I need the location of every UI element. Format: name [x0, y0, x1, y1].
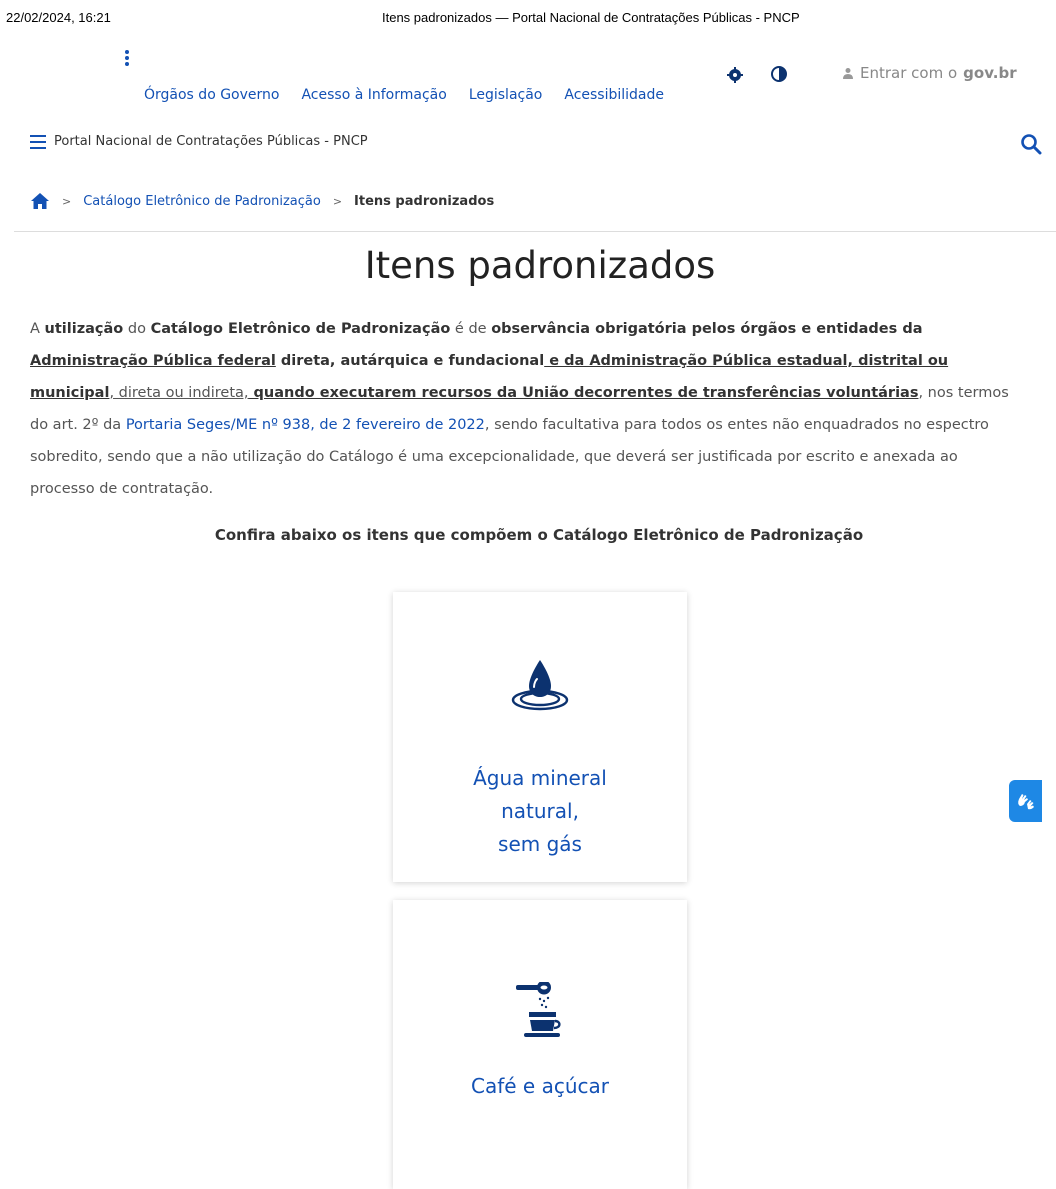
login-govbr-button[interactable]: Entrar com o gov.br	[842, 64, 1017, 82]
page-title: Itens padronizados	[364, 244, 716, 287]
header-bar: Portal Nacional de Contratações Públicas…	[30, 134, 368, 149]
user-icon	[843, 68, 853, 79]
breadcrumb-catalogo[interactable]: Catálogo Eletrônico de Padronização	[83, 194, 321, 209]
login-brand: gov.br	[963, 64, 1017, 82]
breadcrumb-current: Itens padronizados	[354, 193, 495, 209]
card-label: Água mineral natural, sem gás	[473, 766, 607, 856]
divider	[14, 231, 1056, 232]
breadcrumb: > Catálogo Eletrônico de Padronização > …	[30, 192, 494, 210]
login-label: Entrar com o	[860, 64, 958, 82]
gov-link-orgaos[interactable]: Órgãos do Governo	[144, 87, 279, 103]
print-header: 22/02/2024, 16:21 Itens padronizados — P…	[0, 0, 1056, 34]
card-agua-mineral[interactable]: Água mineral natural, sem gás	[393, 592, 687, 882]
contrast-icon[interactable]	[770, 65, 788, 83]
card-label: Café e açúcar	[471, 1074, 609, 1098]
breadcrumb-separator: >	[62, 194, 72, 208]
gov-link-acessibilidade[interactable]: Acessibilidade	[564, 87, 664, 103]
vlibras-icon[interactable]	[1009, 780, 1042, 822]
portaria-link[interactable]: Portaria Seges/ME nº 938, de 2 fevereiro…	[126, 417, 485, 433]
portal-title[interactable]: Portal Nacional de Contratações Públicas…	[54, 134, 368, 149]
search-icon[interactable]	[1020, 133, 1042, 155]
print-doc-title: Itens padronizados — Portal Nacional de …	[382, 10, 800, 25]
home-icon[interactable]	[30, 192, 50, 210]
water-drop-icon	[511, 660, 569, 711]
menu-icon[interactable]	[30, 134, 46, 149]
catalog-subtitle: Confira abaixo os itens que compõem o Ca…	[214, 526, 864, 544]
intro-paragraph: A utilização do Catálogo Eletrônico de P…	[30, 321, 1009, 497]
gov-link-acesso-informacao[interactable]: Acesso à Informação	[301, 87, 446, 103]
gov-links: Órgãos do Governo Acesso à Informação Le…	[144, 87, 664, 103]
card-cafe-acucar[interactable]: Café e açúcar	[393, 900, 687, 1189]
gov-link-legislacao[interactable]: Legislação	[469, 87, 543, 103]
functions-icon[interactable]	[726, 66, 744, 84]
coffee-sugar-icon	[516, 982, 561, 1037]
breadcrumb-separator: >	[332, 194, 343, 208]
more-options-icon[interactable]	[124, 50, 130, 68]
print-datetime: 22/02/2024, 16:21	[6, 10, 111, 25]
